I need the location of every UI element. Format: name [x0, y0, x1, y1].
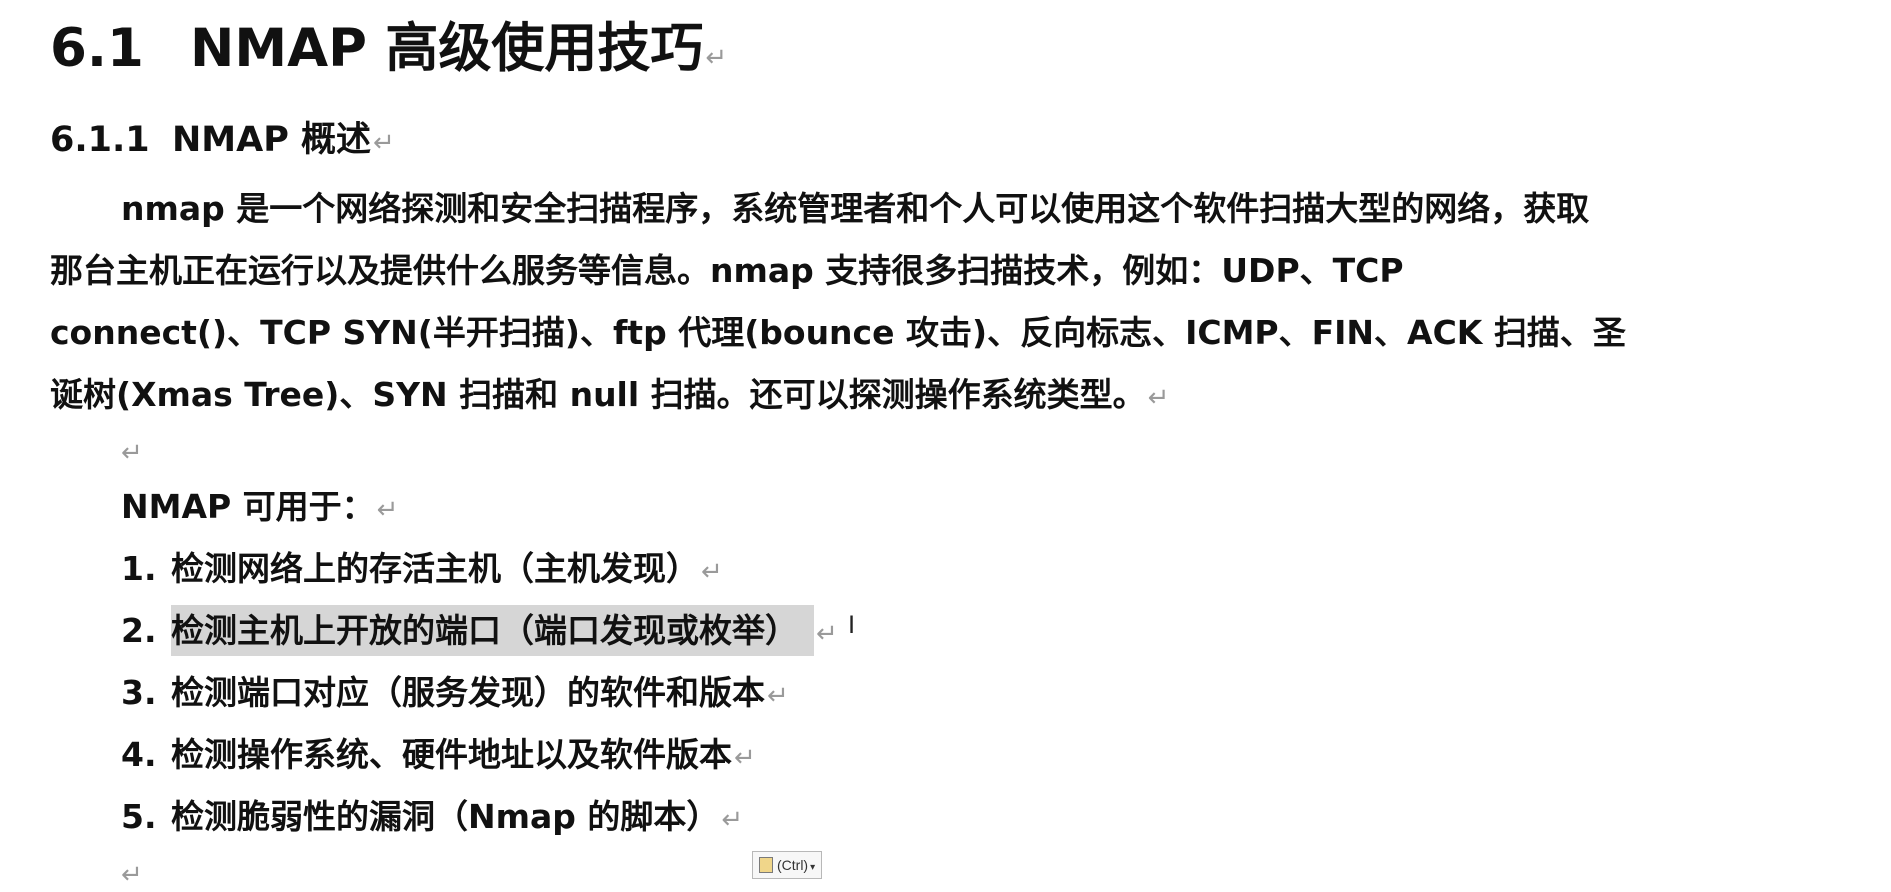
paragraph-mark: ↵	[701, 557, 723, 587]
uses-title[interactable]: NMAP 可用于：↵	[121, 484, 398, 533]
paragraph-line-last: 诞树(Xmas Tree)、SYN 扫描和 null 扫描。还可以探测操作系统类…	[50, 364, 1710, 429]
paragraph-line: nmap 是一个网络探测和安全扫描程序，系统管理者和个人可以使用这个软件扫描大型…	[121, 189, 1590, 228]
uses-title-text: NMAP 可用于：	[121, 487, 375, 526]
document-page: 6.1 NMAP 高级使用技巧↵ 6.1.1 NMAP 概述↵ nmap 是一个网络…	[0, 0, 1891, 892]
paste-options-button[interactable]: (Ctrl) ▾	[752, 851, 823, 879]
chevron-down-icon: ▾	[810, 862, 816, 873]
list-item-text-selected: 检测主机上开放的端口（端口发现或枚举）	[171, 605, 814, 656]
heading-2-title[interactable]: NMAP 概述	[172, 120, 371, 160]
paragraph-mark: ↵	[721, 805, 744, 835]
heading-2: 6.1.1 NMAP 概述↵	[50, 117, 395, 166]
list-item-text: 检测脆弱性的漏洞（Nmap 的脚本）	[171, 797, 720, 836]
list-item-text: 检测网络上的存活主机（主机发现）	[171, 549, 699, 588]
paragraph-line: connect()、TCP SYN(半开扫描)、ftp 代理(bounce 攻击…	[50, 313, 1626, 352]
paragraph-mark: ↵	[1147, 383, 1170, 413]
list-item[interactable]: 3. 检测端口对应（服务发现）的软件和版本↵	[121, 670, 838, 732]
paragraph-mark: ↵	[734, 743, 756, 773]
paragraph-mark: ↵	[767, 681, 789, 711]
clipboard-icon	[759, 857, 773, 873]
empty-paragraph-mark: ↵	[121, 860, 143, 890]
paragraph-mark: ↵	[705, 43, 728, 73]
uses-list: 1. 检测网络上的存活主机（主机发现）↵ 2. 检测主机上开放的端口（端口发现或枚举…	[121, 546, 838, 856]
paragraph-mark: ↵	[376, 495, 399, 525]
paragraph-mark: ↵	[816, 619, 838, 649]
heading-1-title[interactable]: NMAP 高级使用技巧	[190, 18, 703, 79]
paragraph-line-text: 诞树(Xmas Tree)、SYN 扫描和 null 扫描。还可以探测操作系统类…	[50, 375, 1146, 414]
list-item[interactable]: 4. 检测操作系统、硬件地址以及软件版本↵	[121, 732, 838, 794]
paragraph-line: 那台主机正在运行以及提供什么服务等信息。nmap 支持很多扫描技术，例如：UDP…	[50, 251, 1404, 290]
list-item-index: 1.	[121, 549, 157, 588]
list-item-selected[interactable]: 2. 检测主机上开放的端口（端口发现或枚举） ↵	[121, 605, 838, 670]
list-item-index: 2.	[121, 611, 157, 650]
list-item-text: 检测端口对应（服务发现）的软件和版本	[171, 673, 765, 712]
list-item-index: 4.	[121, 735, 157, 774]
list-item-text: 检测操作系统、硬件地址以及软件版本	[171, 735, 732, 774]
list-item-index: 5.	[121, 797, 157, 836]
list-item[interactable]: 5. 检测脆弱性的漏洞（Nmap 的脚本）↵	[121, 794, 838, 856]
heading-1-number: 6.1	[50, 18, 144, 79]
text-cursor-icon: I	[848, 611, 856, 639]
paragraph-mark: ↵	[373, 128, 395, 158]
list-item[interactable]: 1. 检测网络上的存活主机（主机发现）↵	[121, 546, 838, 608]
overview-paragraph[interactable]: nmap 是一个网络探测和安全扫描程序，系统管理者和个人可以使用这个软件扫描大型…	[50, 178, 1710, 429]
heading-2-number: 6.1.1	[50, 120, 150, 160]
paste-options-label: (Ctrl)	[777, 857, 809, 873]
heading-1: 6.1 NMAP 高级使用技巧↵	[50, 14, 727, 93]
list-item-index: 3.	[121, 673, 157, 712]
empty-paragraph-mark: ↵	[121, 438, 143, 468]
